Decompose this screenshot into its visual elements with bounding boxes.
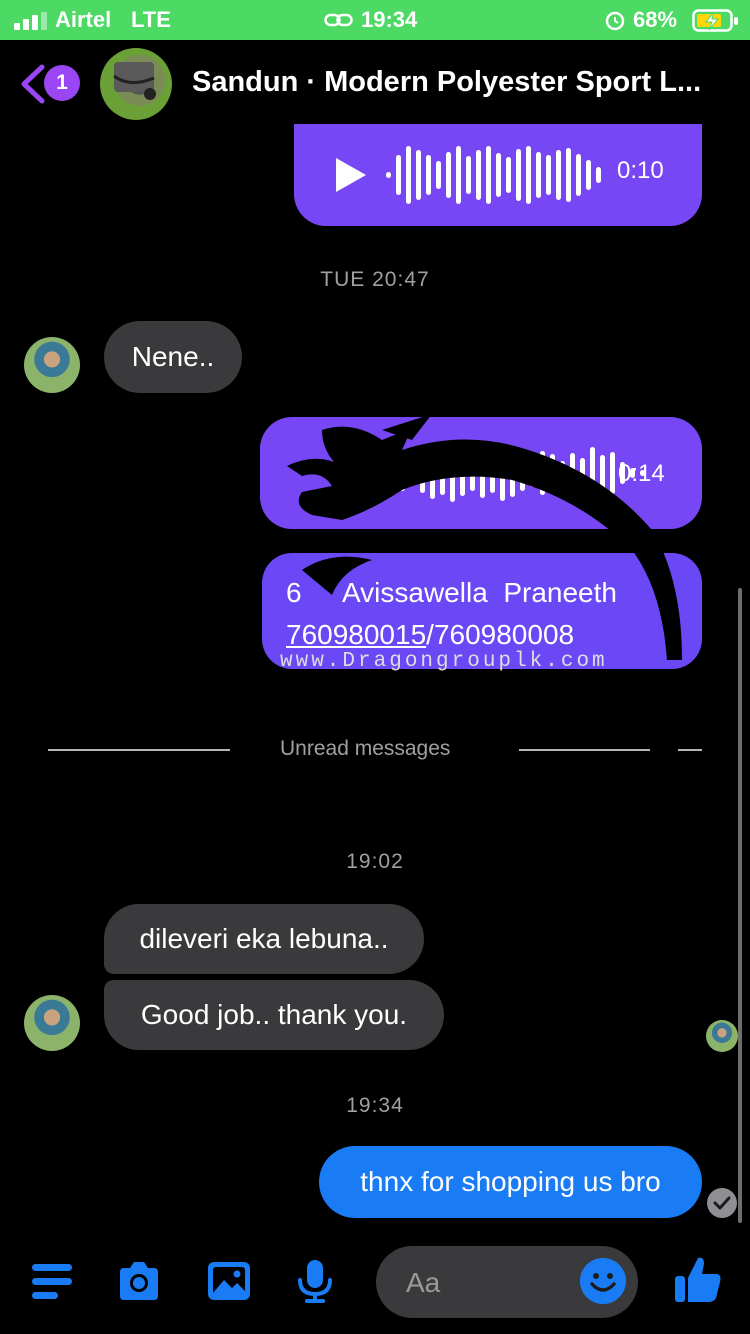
thumbs-up-icon[interactable]	[672, 1254, 724, 1306]
unread-count-badge[interactable]: 1	[44, 65, 80, 101]
message-input[interactable]	[404, 1264, 568, 1302]
divider-line	[519, 749, 650, 751]
camera-icon[interactable]	[116, 1258, 162, 1304]
timestamp: TUE 20:47	[320, 268, 430, 291]
delivered-check-icon	[707, 1188, 737, 1218]
status-bar: Airtel LTE 19:34 68%	[0, 0, 750, 40]
watermark-text: www.Dragongrouplk.com	[280, 650, 608, 673]
outgoing-message[interactable]: thnx for shopping us bro	[319, 1146, 702, 1218]
network-label: LTE	[131, 7, 171, 32]
sender-avatar[interactable]	[24, 995, 80, 1051]
dragon-watermark-image	[287, 414, 682, 660]
menu-icon[interactable]	[30, 1258, 76, 1304]
divider-line	[678, 749, 702, 751]
unread-divider-label: Unread messages	[280, 737, 451, 760]
battery-percent: 68%	[633, 7, 678, 32]
scrollbar[interactable]	[738, 588, 742, 1223]
link-icon	[324, 13, 353, 27]
divider-line	[48, 749, 230, 751]
timestamp: 19:34	[346, 1094, 404, 1117]
sender-avatar[interactable]	[24, 337, 80, 393]
header-avatar[interactable]	[100, 48, 172, 120]
voice-waveform	[386, 137, 601, 213]
image-icon[interactable]	[206, 1258, 252, 1304]
voice-message-outgoing[interactable]: 0:10	[294, 124, 702, 226]
seen-avatar	[706, 1020, 738, 1052]
incoming-message[interactable]: Good job.. thank you.	[104, 980, 444, 1050]
timestamp: 19:02	[346, 850, 404, 873]
clock: 19:34	[361, 7, 418, 32]
incoming-message[interactable]: Nene..	[104, 321, 242, 393]
microphone-icon[interactable]	[292, 1258, 338, 1304]
incoming-message[interactable]: dileveri eka lebuna..	[104, 904, 424, 974]
voice-duration: 0:10	[617, 157, 664, 184]
conversation-title[interactable]: Sandun · Modern Polyester Sport L...	[192, 66, 732, 99]
signal-icon	[14, 12, 48, 30]
carrier-label: Airtel	[55, 7, 112, 32]
emoji-icon[interactable]	[580, 1258, 626, 1304]
play-icon[interactable]	[336, 158, 366, 192]
alarm-icon	[605, 11, 625, 31]
battery-icon	[692, 9, 738, 32]
